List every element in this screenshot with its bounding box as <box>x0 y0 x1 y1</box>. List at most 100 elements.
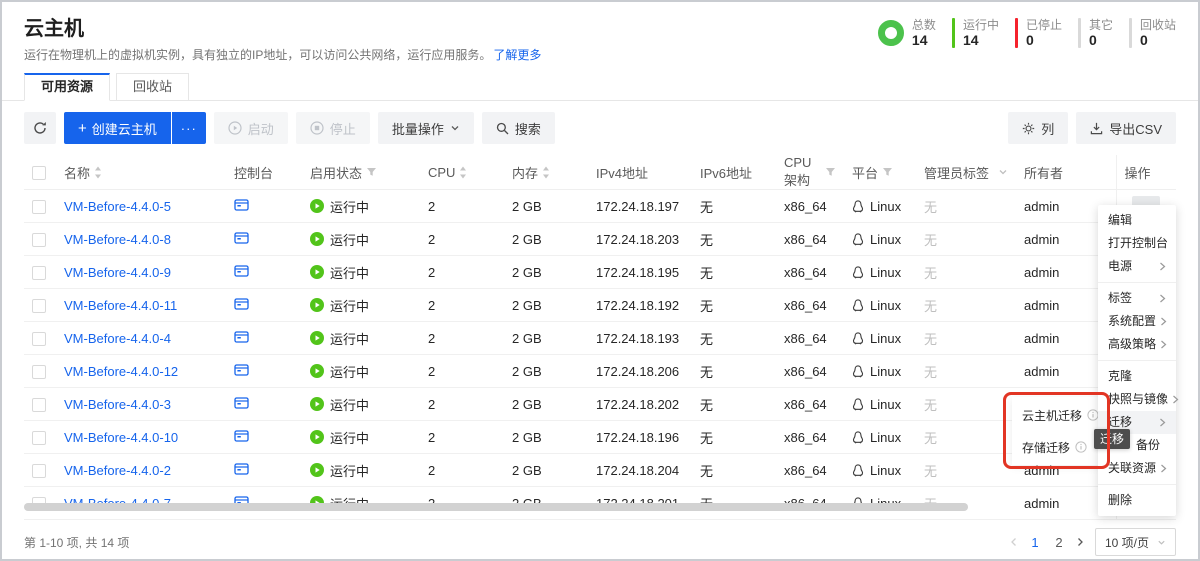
cell-platform: Linux <box>844 256 916 289</box>
cell-admin-tag: 无 <box>916 355 1016 388</box>
console-icon[interactable] <box>234 396 249 410</box>
console-icon[interactable] <box>234 297 249 311</box>
menu-item-clone[interactable]: 克隆 <box>1098 365 1176 388</box>
cell-ipv4: 172.24.18.195 <box>588 256 692 289</box>
vm-name-link[interactable]: VM-Before-4.4.0-12 <box>64 364 178 379</box>
pagination: 1 2 10 项/页 <box>1009 528 1176 556</box>
vm-name-link[interactable]: VM-Before-4.4.0-8 <box>64 232 171 247</box>
running-status-icon <box>310 463 324 477</box>
console-icon[interactable] <box>234 429 249 443</box>
sort-icon[interactable] <box>94 166 102 179</box>
cell-admin-tag: 无 <box>916 421 1016 454</box>
menu-item-system-config[interactable]: 系统配置 <box>1098 310 1176 333</box>
row-checkbox[interactable] <box>32 464 46 478</box>
menu-item-advanced-policy[interactable]: 高级策略 <box>1098 333 1176 356</box>
vm-name-link[interactable]: VM-Before-4.4.0-11 <box>64 298 177 313</box>
console-icon[interactable] <box>234 330 249 344</box>
create-vm-button[interactable]: +创建云主机 <box>64 112 171 144</box>
filter-icon[interactable] <box>366 167 377 177</box>
page-size-select[interactable]: 10 项/页 <box>1095 528 1176 556</box>
stop-button[interactable]: 停止 <box>296 112 370 144</box>
vm-name-link[interactable]: VM-Before-4.4.0-2 <box>64 463 171 478</box>
linux-penguin-icon <box>852 233 864 246</box>
cell-cpu: 2 <box>420 322 504 355</box>
cell-cpu: 2 <box>420 454 504 487</box>
row-checkbox[interactable] <box>32 299 46 313</box>
cell-console <box>226 388 302 421</box>
submenu-item-storage-migrate[interactable]: 存储迁移 <box>1012 431 1102 463</box>
menu-item-delete[interactable]: 删除 <box>1098 489 1176 512</box>
select-all-checkbox[interactable] <box>32 166 46 180</box>
submenu-item-vm-migrate[interactable]: 云主机迁移 <box>1012 399 1102 431</box>
console-icon[interactable] <box>234 231 249 245</box>
submenu-item-label: 云主机迁移 <box>1022 407 1082 424</box>
search-button[interactable]: 搜索 <box>482 112 555 144</box>
menu-item-related-resources[interactable]: 关联资源 <box>1098 457 1176 480</box>
tab-available-resources[interactable]: 可用资源 <box>24 73 110 101</box>
console-icon[interactable] <box>234 264 249 278</box>
filter-icon[interactable] <box>825 167 836 177</box>
start-button[interactable]: 启动 <box>214 112 288 144</box>
prev-page-icon[interactable] <box>1009 537 1018 547</box>
console-icon[interactable] <box>234 198 249 212</box>
menu-item-label: 备份 <box>1136 434 1160 457</box>
learn-more-link[interactable]: 了解更多 <box>493 48 541 62</box>
platform-text: Linux <box>870 199 901 214</box>
page-number-1[interactable]: 1 <box>1028 535 1042 550</box>
column-header-actions: 操作 <box>1116 155 1176 190</box>
table-body: VM-Before-4.4.0-5运行中22 GB172.24.18.197无x… <box>24 190 1176 520</box>
row-checkbox[interactable] <box>32 233 46 247</box>
page-number-2[interactable]: 2 <box>1052 535 1066 550</box>
menu-item-snapshot-image[interactable]: 快照与镜像 <box>1098 388 1176 411</box>
menu-item-power[interactable]: 电源 <box>1098 255 1176 278</box>
sort-icon[interactable] <box>542 166 550 179</box>
vm-name-link[interactable]: VM-Before-4.4.0-5 <box>64 199 171 214</box>
vm-name-link[interactable]: VM-Before-4.4.0-9 <box>64 265 171 280</box>
total-donut-icon <box>878 20 904 46</box>
sort-icon[interactable] <box>459 166 467 179</box>
console-icon[interactable] <box>234 363 249 377</box>
toolbar: +创建云主机 ··· 启动 停止 批量操作 搜索 列 导出CSV <box>2 101 1198 155</box>
stat-color-bar <box>1129 18 1132 48</box>
vm-name-link[interactable]: VM-Before-4.4.0-3 <box>64 397 171 412</box>
chevron-down-icon[interactable] <box>998 167 1008 177</box>
export-csv-button[interactable]: 导出CSV <box>1076 112 1176 144</box>
menu-item-tag[interactable]: 标签 <box>1098 287 1176 310</box>
cell-arch: x86_64 <box>776 223 844 256</box>
cell-status: 运行中 <box>302 355 420 388</box>
columns-button[interactable]: 列 <box>1008 112 1068 144</box>
next-page-icon[interactable] <box>1076 537 1085 547</box>
column-label: 控制台 <box>234 163 273 182</box>
column-label: IPv6地址 <box>700 163 752 182</box>
vm-name-link[interactable]: VM-Before-4.4.0-4 <box>64 331 171 346</box>
page-header: 云主机 运行在物理机上的虚拟机实例，具有独立的IP地址，可以访问公共网络，运行应… <box>2 2 1198 64</box>
cell-admin-tag: 无 <box>916 388 1016 421</box>
refresh-button[interactable] <box>24 112 56 144</box>
stat-label: 回收站 <box>1140 18 1176 33</box>
row-checkbox[interactable] <box>32 431 46 445</box>
row-checkbox[interactable] <box>32 266 46 280</box>
batch-actions-button[interactable]: 批量操作 <box>378 112 474 144</box>
cell-admin-tag: 无 <box>916 454 1016 487</box>
cell-ipv6: 无 <box>692 421 776 454</box>
stat-color-bar <box>1015 18 1018 48</box>
cell-name: VM-Before-4.4.0-4 <box>56 322 226 355</box>
vm-table: 名称控制台启用状态CPU内存IPv4地址IPv6地址CPU架构平台管理员标签所有… <box>2 155 1198 520</box>
row-checkbox[interactable] <box>32 200 46 214</box>
cell-name: VM-Before-4.4.0-10 <box>56 421 226 454</box>
menu-item-open-console[interactable]: 打开控制台 <box>1098 232 1176 255</box>
cell-ipv4: 172.24.18.196 <box>588 421 692 454</box>
menu-item-edit[interactable]: 编辑 <box>1098 209 1176 232</box>
row-checkbox[interactable] <box>32 332 46 346</box>
create-more-button[interactable]: ··· <box>172 112 206 144</box>
console-icon[interactable] <box>234 462 249 476</box>
tab-recycle-bin[interactable]: 回收站 <box>116 73 189 101</box>
row-checkbox[interactable] <box>32 398 46 412</box>
horizontal-scrollbar-thumb[interactable] <box>24 503 968 511</box>
filter-icon[interactable] <box>882 167 893 177</box>
linux-penguin-icon <box>852 431 864 444</box>
row-checkbox[interactable] <box>32 365 46 379</box>
linux-penguin-icon <box>852 398 864 411</box>
column-header-memory: 内存 <box>504 155 588 190</box>
vm-name-link[interactable]: VM-Before-4.4.0-10 <box>64 430 178 445</box>
